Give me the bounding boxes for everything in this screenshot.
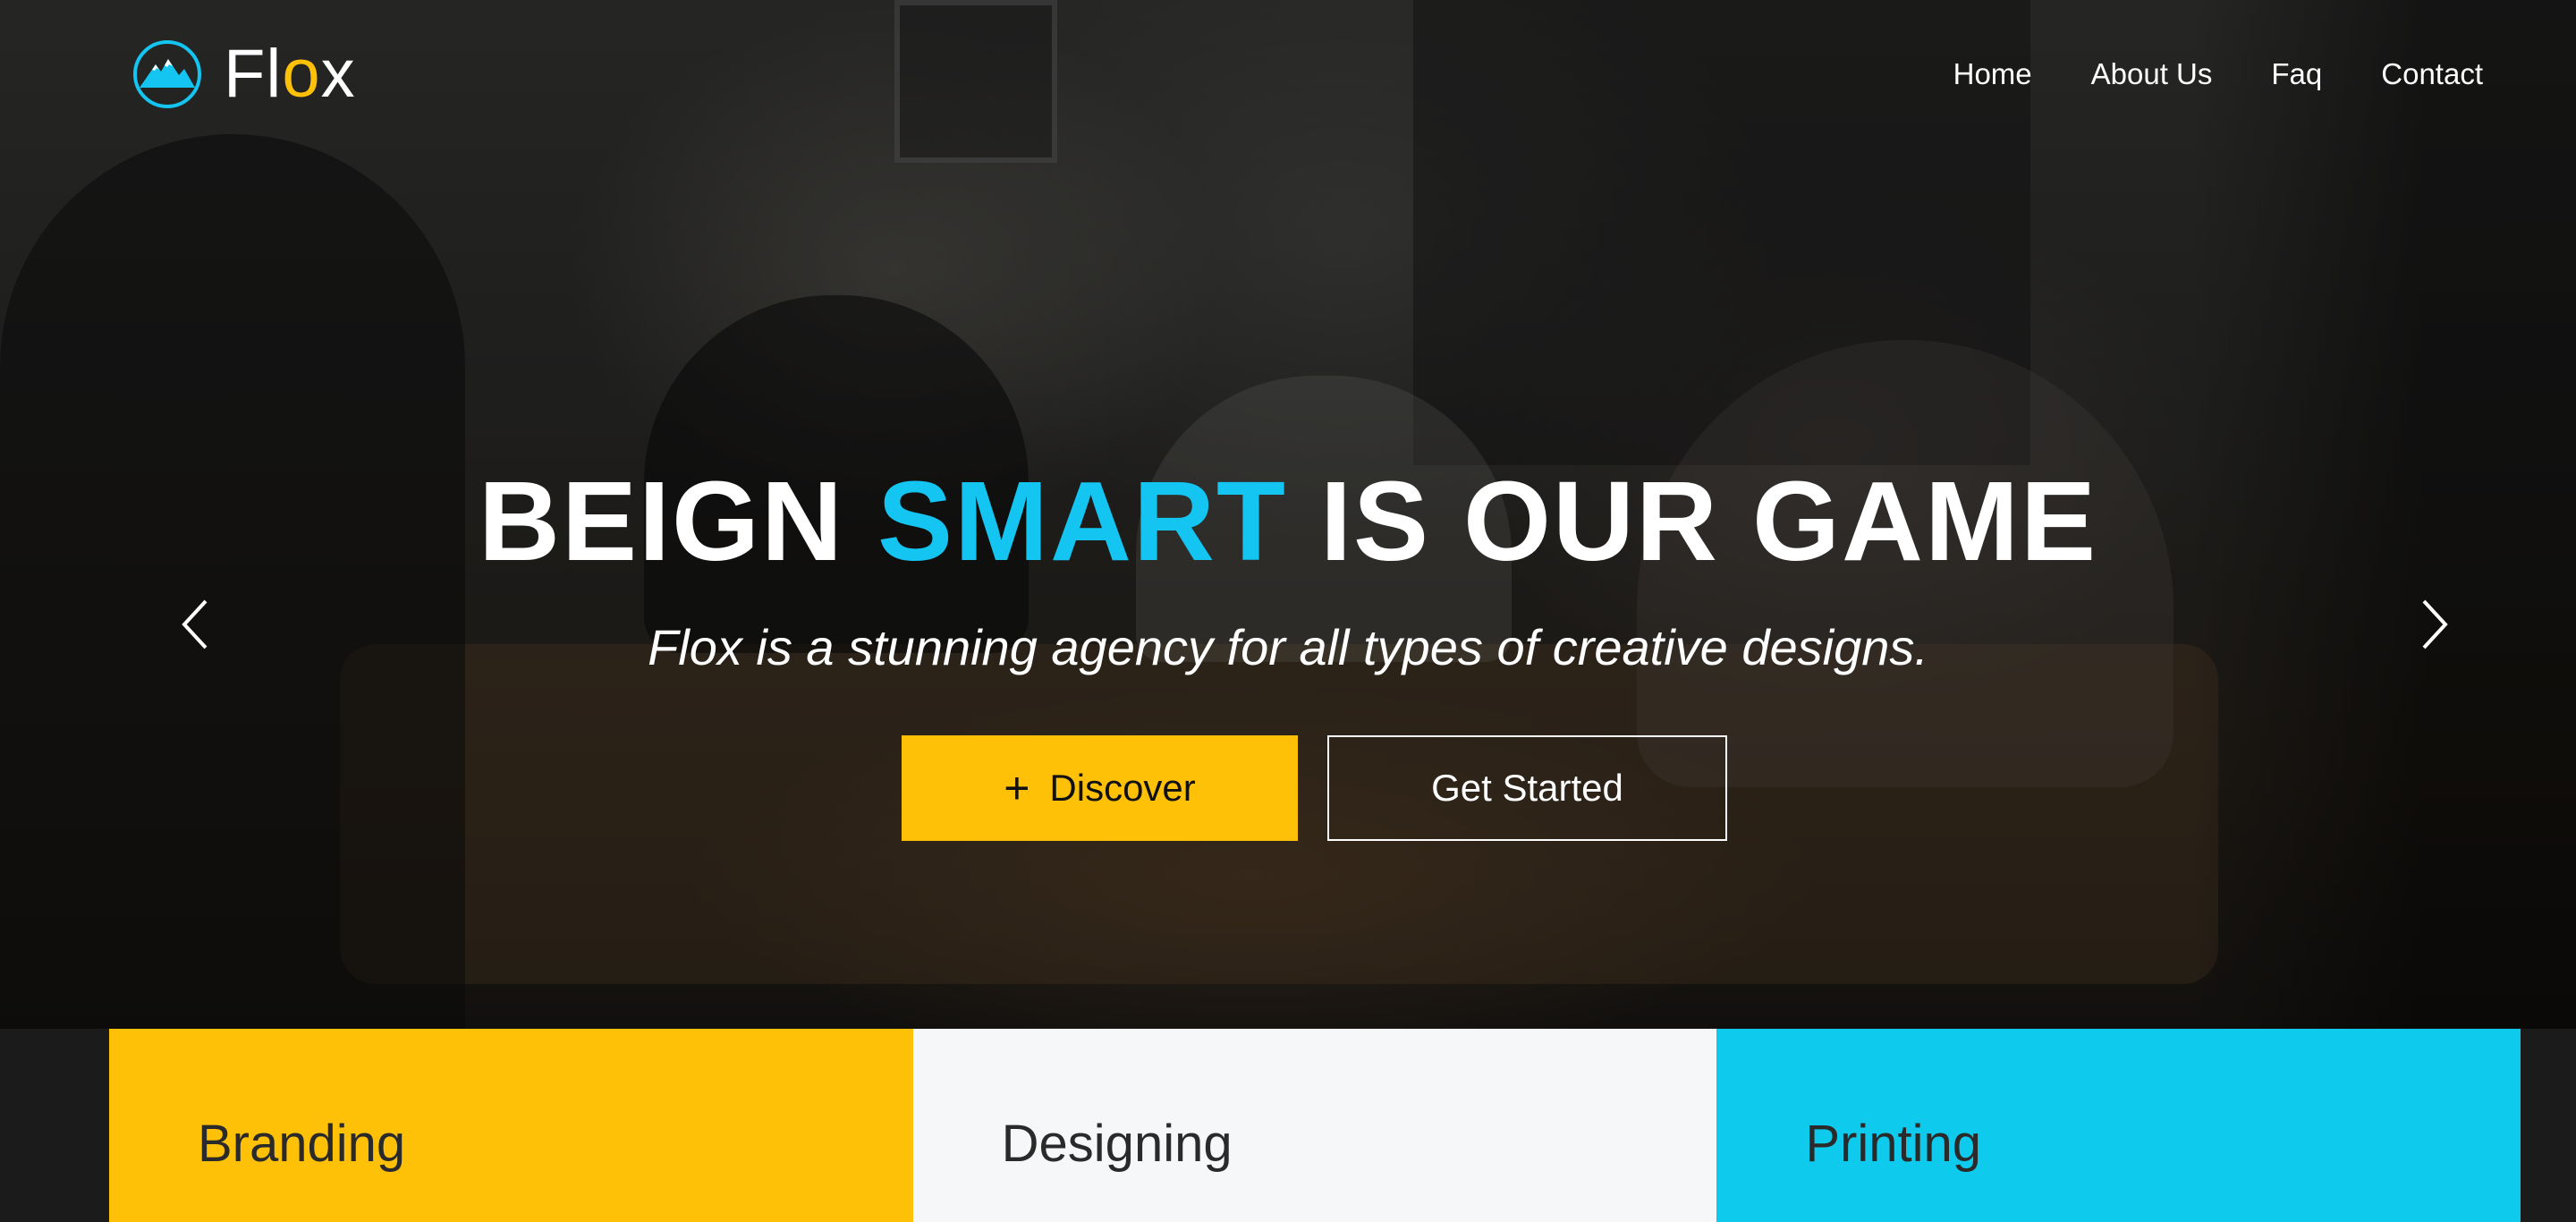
service-panel-printing[interactable]: Printing [1716,1029,2521,1222]
nav-link-about-us[interactable]: About Us [2091,59,2213,89]
logo-text: Flox [224,40,356,108]
headline-accent: SMART [877,458,1287,584]
hero-headline: BEIGN SMART IS OUR GAME [0,465,2576,578]
logo-text-prefix: Fl [224,36,283,112]
headline-part2: IS OUR GAME [1319,458,2098,584]
service-title: Printing [1805,1115,1981,1173]
nav-link-home[interactable]: Home [1953,59,2032,89]
discover-button-label: Discover [1049,767,1196,809]
nav-link-faq[interactable]: Faq [2271,59,2322,89]
chevron-right-icon[interactable] [2406,596,2460,653]
discover-button[interactable]: + Discover [902,735,1298,841]
get-started-button[interactable]: Get Started [1327,735,1727,841]
get-started-button-label: Get Started [1431,767,1623,809]
headline-part1: BEIGN [478,458,844,584]
plus-icon: + [1004,763,1030,813]
logo-text-suffix: x [320,36,356,112]
chevron-left-icon[interactable] [170,596,224,653]
nav-link-contact[interactable]: Contact [2381,59,2483,89]
service-panel-branding[interactable]: Branding [109,1029,913,1222]
service-title: Designing [1001,1115,1233,1173]
hero-subheadline: Flox is a stunning agency for all types … [648,619,1928,675]
logo-text-accent: o [282,36,321,112]
services-strip: Branding Designing Printing [109,1029,2521,1222]
service-panel-designing[interactable]: Designing [912,1029,1717,1222]
service-title: Branding [198,1115,406,1173]
site-logo[interactable]: Flox [132,39,356,109]
mountain-logo-icon [133,40,201,108]
main-nav: Home About Us Faq Contact [1953,59,2483,89]
